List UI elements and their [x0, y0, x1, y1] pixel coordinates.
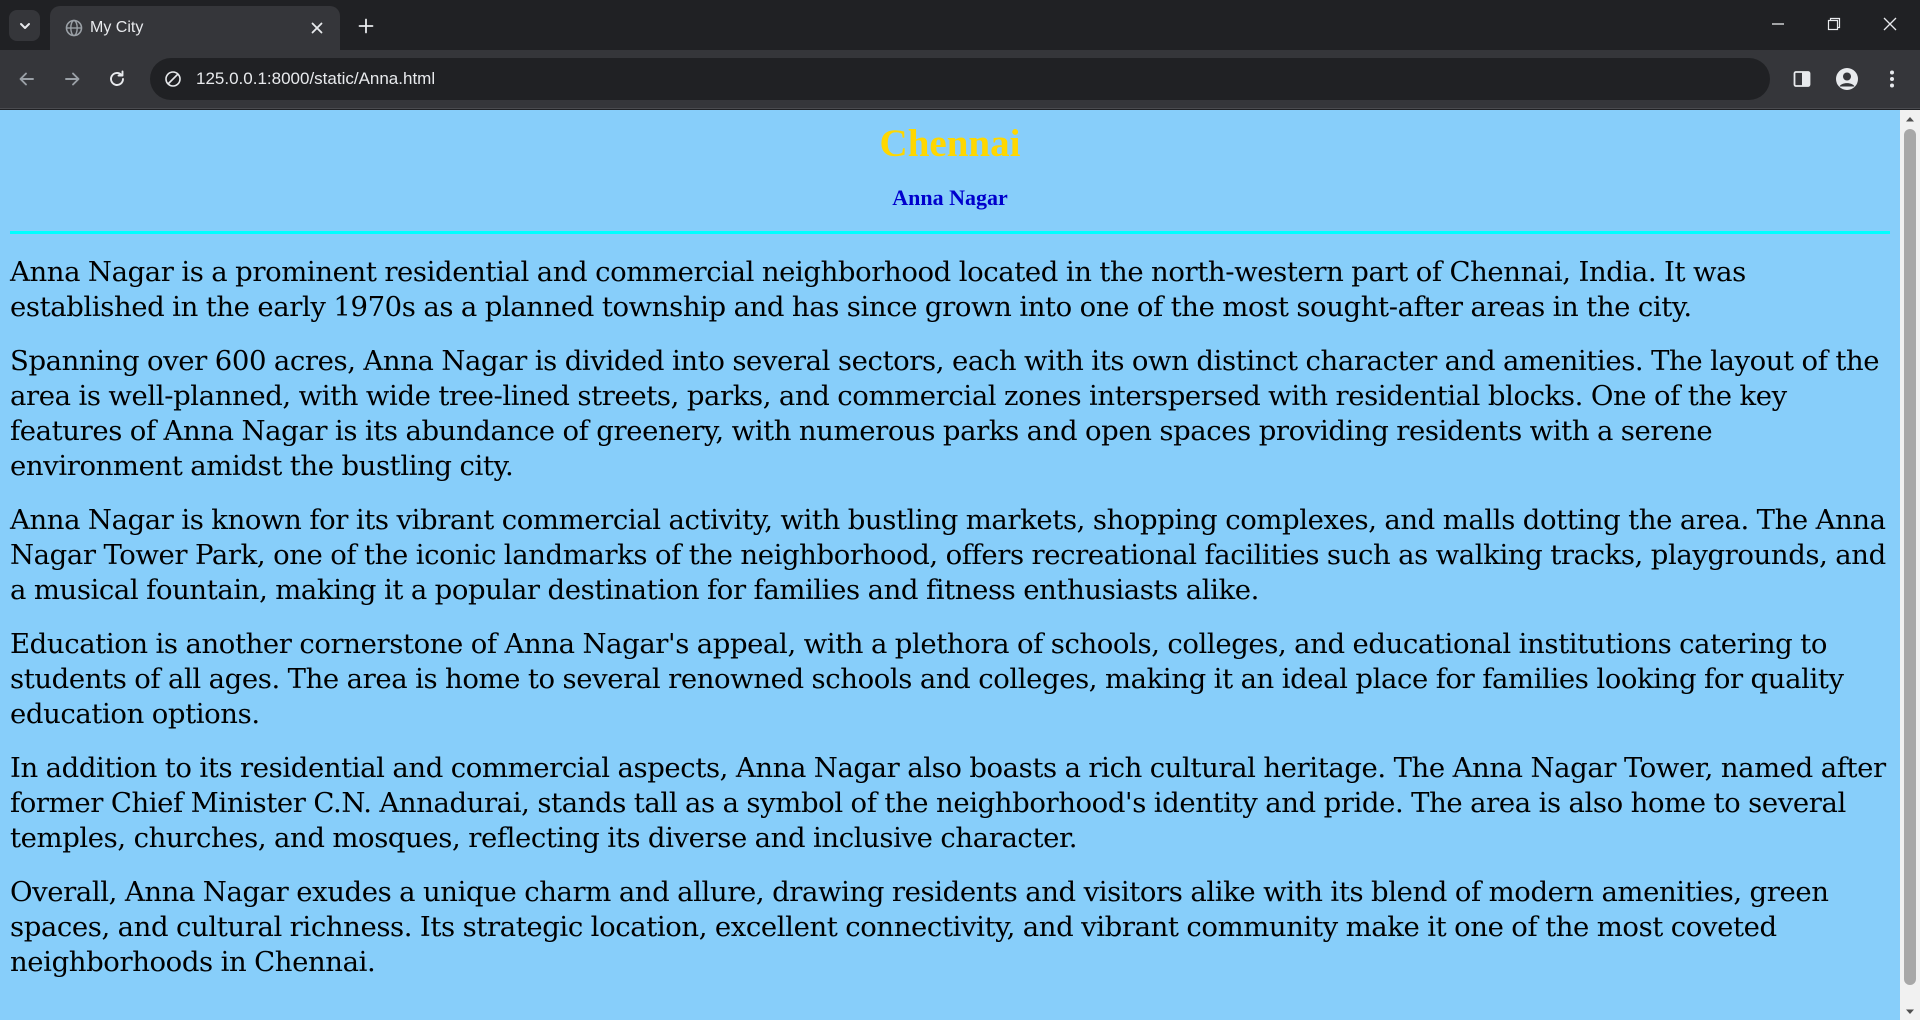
close-icon[interactable] [306, 17, 328, 39]
tab-search-button[interactable] [9, 10, 40, 41]
menu-button[interactable] [1875, 62, 1909, 96]
side-panel-button[interactable] [1785, 62, 1819, 96]
reload-icon [107, 69, 127, 89]
page-subtitle: Anna Nagar [892, 185, 1008, 210]
reload-button[interactable] [100, 62, 134, 96]
paragraph-culture: In addition to its residential and comme… [10, 752, 1886, 854]
profile-button[interactable] [1830, 62, 1864, 96]
scroll-up-arrow[interactable] [1900, 110, 1920, 127]
back-button[interactable] [10, 62, 44, 96]
forward-button[interactable] [55, 62, 89, 96]
page-content: Chennai Anna Nagar Anna Nagar is a promi… [0, 122, 1900, 980]
address-bar[interactable]: 125.0.0.1:8000/static/Anna.html [150, 58, 1770, 100]
restore-icon [1827, 17, 1841, 31]
tab-title: My City [90, 19, 144, 36]
chevron-down-icon [18, 19, 32, 33]
minimize-icon [1771, 17, 1785, 31]
divider [10, 231, 1890, 234]
scroll-down-arrow[interactable] [1900, 1003, 1920, 1020]
active-tab[interactable]: My City [50, 6, 340, 50]
minimize-button[interactable] [1750, 0, 1806, 48]
arrow-right-icon [62, 69, 82, 89]
globe-icon [63, 17, 85, 39]
scrollbar-thumb[interactable] [1904, 129, 1916, 985]
arrow-left-icon [17, 69, 37, 89]
paragraph-education: Education is another cornerstone of Anna… [10, 628, 1844, 730]
page-title: Chennai [879, 122, 1021, 165]
restore-button[interactable] [1806, 0, 1862, 48]
kebab-menu-icon [1889, 69, 1895, 89]
new-tab-button[interactable] [350, 10, 381, 41]
paragraph-layout: Spanning over 600 acres, Anna Nagar is d… [10, 345, 1880, 482]
paragraph-intro: Anna Nagar is a prominent residential an… [10, 256, 1746, 323]
page-viewport: Chennai Anna Nagar Anna Nagar is a promi… [0, 110, 1900, 1020]
url-text: 125.0.0.1:8000/static/Anna.html [196, 69, 436, 88]
tab-strip: My City [0, 0, 1920, 50]
side-panel-icon [1792, 69, 1812, 89]
profile-icon [1835, 67, 1859, 91]
paragraph-overall: Overall, Anna Nagar exudes a unique char… [10, 876, 1829, 978]
paragraph-commerce: Anna Nagar is known for its vibrant comm… [10, 504, 1886, 606]
browser-toolbar: 125.0.0.1:8000/static/Anna.html [0, 50, 1920, 109]
plus-icon [358, 18, 374, 34]
vertical-scrollbar[interactable] [1900, 110, 1920, 1020]
close-window-icon [1883, 17, 1897, 31]
site-info-icon[interactable] [162, 68, 184, 90]
close-window-button[interactable] [1862, 0, 1918, 48]
